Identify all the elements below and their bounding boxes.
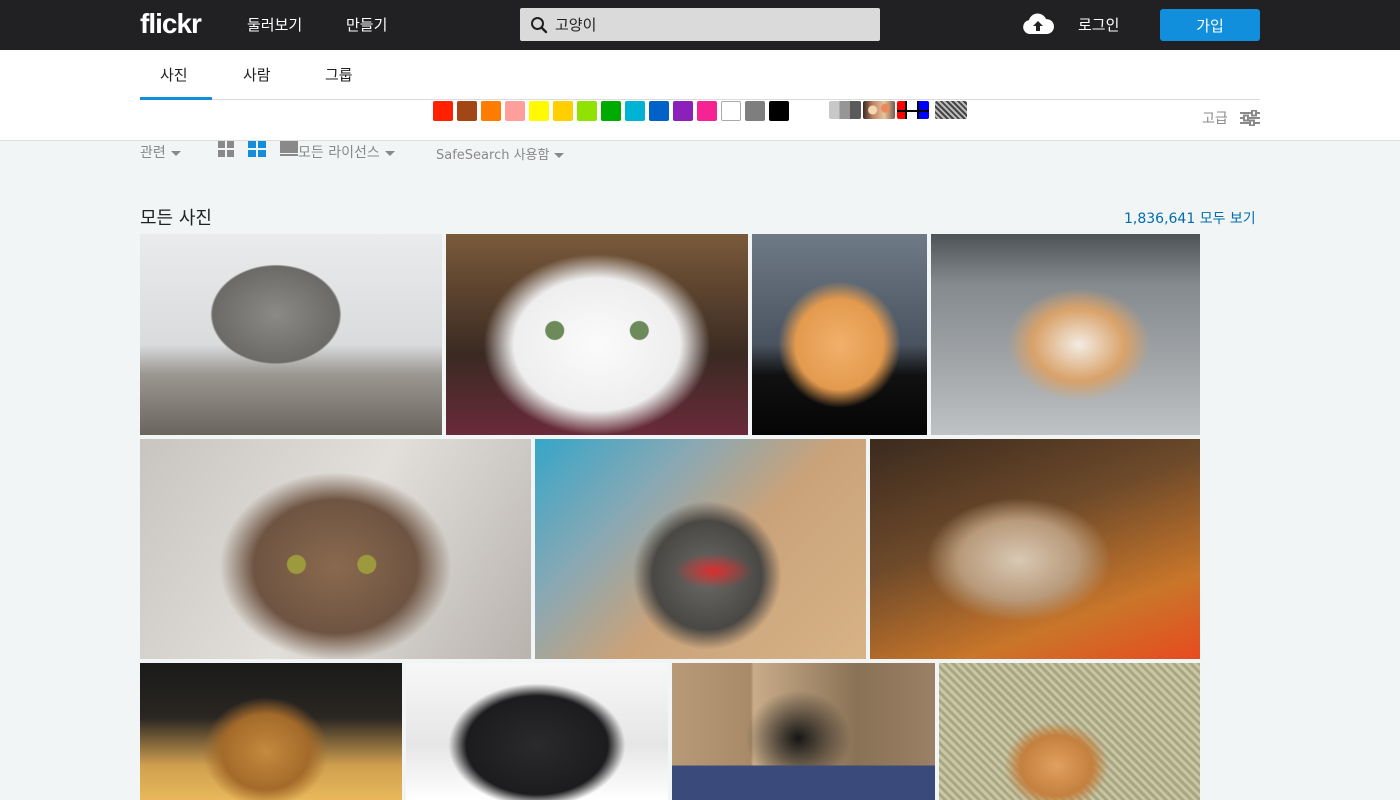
- chevron-down-icon: [170, 150, 181, 156]
- license-label: 모든 라이선스: [298, 145, 380, 161]
- color-swatch-yellow[interactable]: [529, 101, 549, 121]
- photo-cat-in-wicker-basket[interactable]: [939, 663, 1200, 800]
- tab-people[interactable]: 사람: [243, 64, 271, 85]
- advanced-search-label[interactable]: 고급: [1202, 108, 1228, 128]
- photo-cat-in-cardboard-box[interactable]: [672, 663, 935, 800]
- color-swatch-purple[interactable]: [673, 101, 693, 121]
- photo-kitten-with-red-bow[interactable]: [535, 439, 866, 659]
- color-swatch-gold[interactable]: [553, 101, 573, 121]
- relevance-label: 관련: [140, 145, 166, 161]
- tab-groups[interactable]: 그룹: [325, 64, 353, 85]
- shallow-depth-filter-icon[interactable]: [863, 101, 895, 119]
- section-title: 모든 사진: [140, 208, 212, 229]
- search-subnav: 사진 사람 그룹 고급: [0, 50, 1400, 141]
- license-icon: [280, 141, 298, 161]
- color-swatch-pink[interactable]: [505, 101, 525, 121]
- chevron-down-icon: [554, 153, 565, 158]
- color-swatch-white[interactable]: [721, 101, 741, 121]
- color-swatch-cyan[interactable]: [625, 101, 645, 121]
- chevron-down-icon: [384, 150, 395, 156]
- search-input[interactable]: [555, 8, 875, 41]
- patterns-filter-icon[interactable]: [935, 101, 967, 119]
- search-icon[interactable]: [530, 16, 548, 38]
- photo-white-fluffy-cat[interactable]: [446, 234, 748, 435]
- color-swatch-brown[interactable]: [457, 101, 477, 121]
- active-tab-indicator: [140, 97, 212, 100]
- photo-orange-white-cat-under-car[interactable]: [931, 234, 1200, 435]
- color-swatch-magenta[interactable]: [697, 101, 717, 121]
- color-swatch-orange[interactable]: [481, 101, 501, 121]
- sliders-icon[interactable]: [1240, 109, 1260, 130]
- subnav-divider: [140, 99, 1260, 100]
- flickr-logo[interactable]: flickr: [140, 8, 202, 40]
- color-swatch-green[interactable]: [601, 101, 621, 121]
- color-swatch-lime[interactable]: [577, 101, 597, 121]
- minimalist-filter-icon[interactable]: [897, 101, 929, 119]
- relevance-dropdown[interactable]: 관련: [140, 142, 181, 162]
- nav-explore[interactable]: 둘러보기: [247, 14, 302, 35]
- photo-abyssinian-cat[interactable]: [140, 663, 402, 800]
- safesearch-dropdown[interactable]: SafeSearch 사용함: [436, 144, 565, 163]
- top-navigation-bar: flickr 둘러보기 만들기 로그인 가입: [0, 0, 1400, 50]
- safesearch-label: SafeSearch 사용함: [436, 148, 550, 163]
- black-and-white-filter-icon[interactable]: [829, 101, 861, 119]
- search-box: [520, 8, 880, 41]
- color-swatch-black[interactable]: [769, 101, 789, 121]
- photo-tabby-cat-closeup[interactable]: [140, 439, 531, 659]
- license-dropdown[interactable]: 모든 라이선스: [298, 142, 395, 162]
- color-swatch-red[interactable]: [433, 101, 453, 121]
- justified-view-icon[interactable]: [248, 141, 266, 161]
- upload-cloud-icon[interactable]: [1022, 12, 1054, 40]
- signup-button[interactable]: 가입: [1160, 9, 1260, 41]
- nav-create[interactable]: 만들기: [346, 14, 387, 35]
- photo-tabby-cat-on-wall[interactable]: [140, 234, 442, 435]
- view-all-link[interactable]: 1,836,641 모두 보기: [1124, 208, 1256, 228]
- photo-sleeping-orange-kitten[interactable]: [752, 234, 927, 435]
- photo-black-white-cat-lying[interactable]: [406, 663, 668, 800]
- tab-photos[interactable]: 사진: [160, 64, 188, 85]
- login-link[interactable]: 로그인: [1078, 14, 1119, 35]
- color-swatch-gray[interactable]: [745, 101, 765, 121]
- grid-view-icon[interactable]: [218, 141, 234, 161]
- photo-siamese-cat-on-tray[interactable]: [870, 439, 1200, 659]
- color-swatch-blue[interactable]: [649, 101, 669, 121]
